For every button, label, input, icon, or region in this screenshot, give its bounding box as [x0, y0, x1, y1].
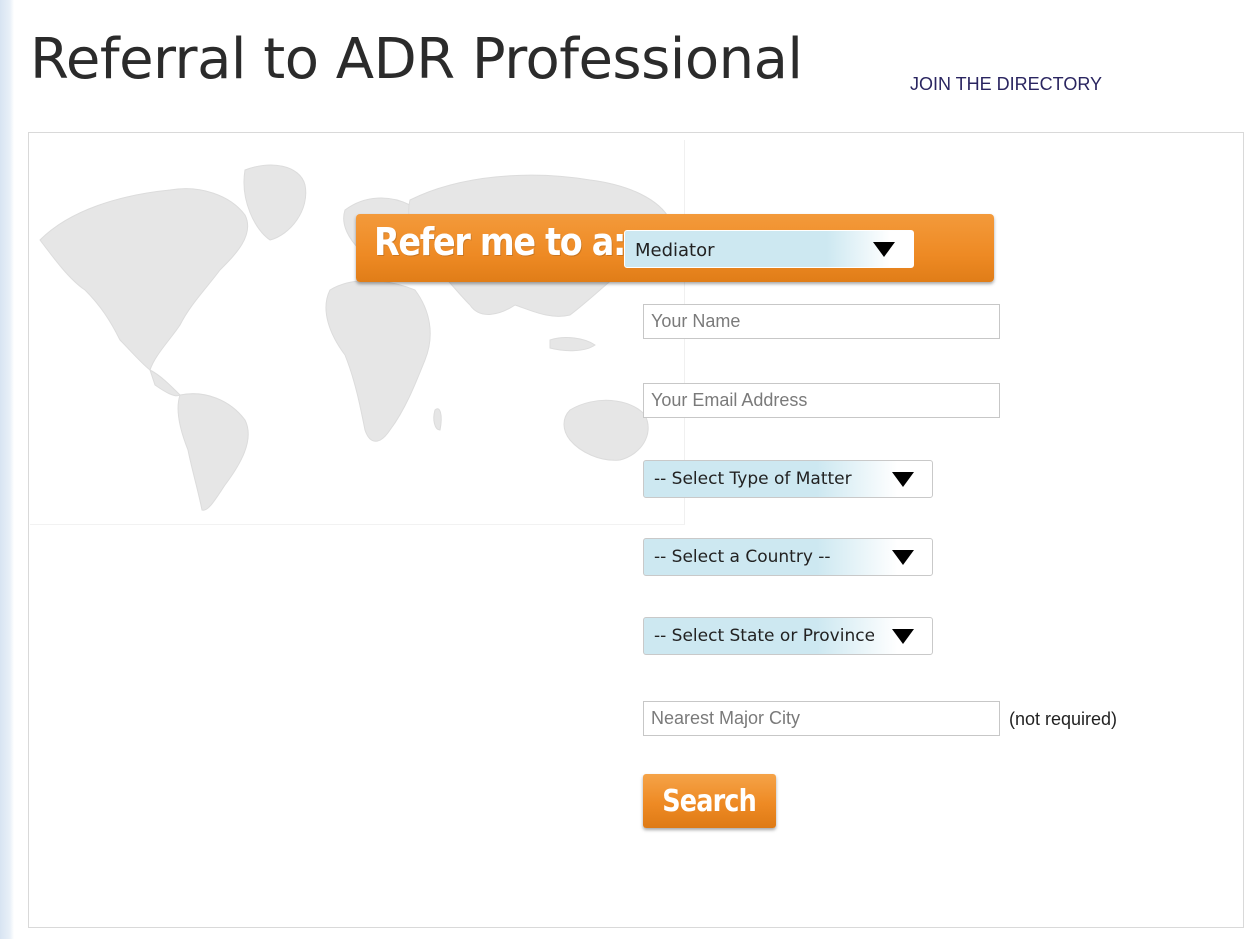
- world-map-image: [30, 140, 685, 525]
- page-title: Referral to ADR Professional: [30, 27, 803, 92]
- search-button-label: Search: [662, 783, 757, 819]
- country-select[interactable]: -- Select a Country --: [643, 538, 933, 576]
- dropdown-arrow-icon: [873, 242, 895, 257]
- dropdown-arrow-icon: [892, 550, 914, 565]
- email-input[interactable]: [643, 383, 1000, 418]
- join-directory-link[interactable]: JOIN THE DIRECTORY: [910, 74, 1102, 95]
- search-button[interactable]: Search: [643, 774, 776, 828]
- name-input[interactable]: [643, 304, 1000, 339]
- city-input[interactable]: [643, 701, 1000, 736]
- country-value: -- Select a Country --: [654, 547, 831, 567]
- professional-type-select[interactable]: Mediator: [624, 230, 914, 268]
- dropdown-arrow-icon: [892, 629, 914, 644]
- refer-me-label: Refer me to a:: [374, 220, 626, 264]
- city-optional-note: (not required): [1009, 709, 1118, 729]
- professional-type-value: Mediator: [635, 240, 715, 261]
- dropdown-arrow-icon: [892, 472, 914, 487]
- matter-type-select[interactable]: -- Select Type of Matter: [643, 460, 933, 498]
- state-province-select[interactable]: -- Select State or Province: [643, 617, 933, 655]
- matter-type-value: -- Select Type of Matter: [654, 469, 852, 489]
- state-province-value: -- Select State or Province: [654, 626, 874, 646]
